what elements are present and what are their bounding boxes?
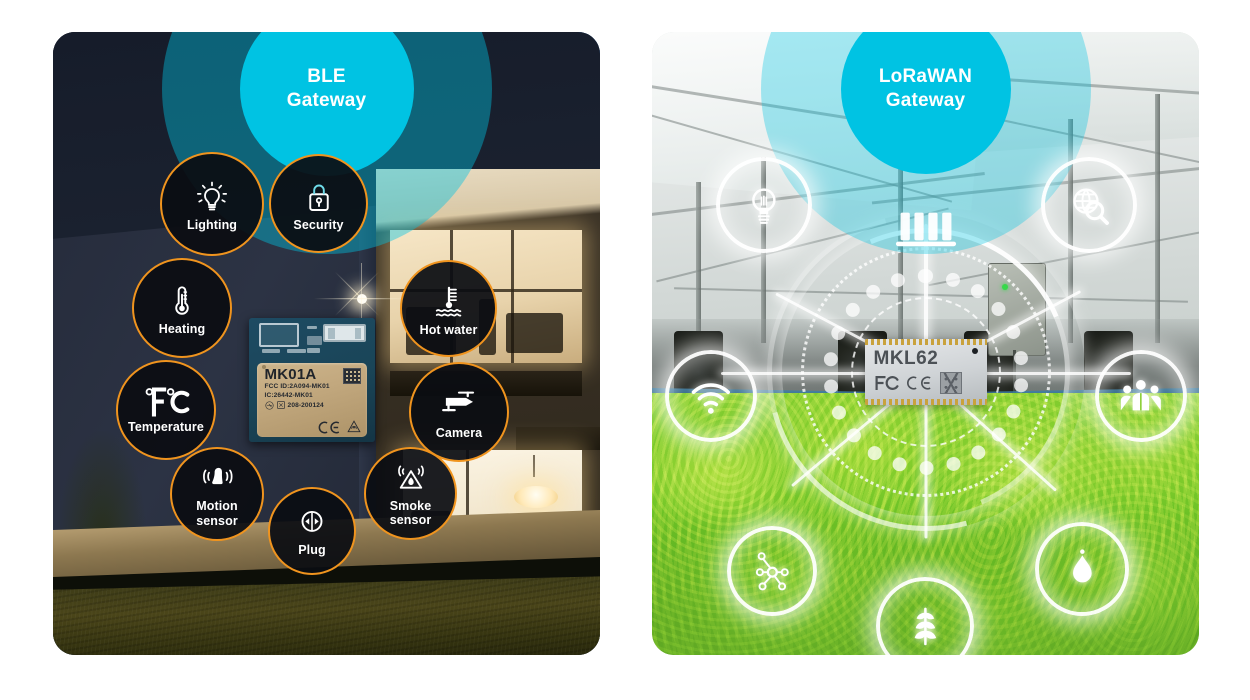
lorawan-agriculture-panel: MKL62 LoRaWAN Gateway	[652, 32, 1199, 655]
power-socket-icon	[301, 511, 323, 533]
gnode-lighting[interactable]	[716, 157, 812, 253]
comparison-figure: BLE Gateway MK01A FCC ID:2A094-MK01 IC:2…	[0, 0, 1250, 700]
node-label-line1: Motion	[196, 499, 238, 514]
plant-leaf-icon	[914, 607, 936, 645]
gnode-wireless[interactable]	[665, 350, 757, 442]
node-plug[interactable]: Plug	[268, 487, 356, 575]
compliance-marks	[318, 420, 362, 434]
water-drop-icon	[1072, 549, 1092, 583]
lens-flare	[356, 293, 367, 304]
gateway-title-line2: Gateway	[885, 90, 966, 111]
node-label-line2: sensor	[196, 513, 238, 528]
module-marks-row	[874, 371, 962, 394]
node-label-line2: sensor	[389, 513, 432, 527]
wifi-icon	[691, 383, 731, 414]
node-lighting[interactable]: Lighting	[160, 152, 264, 256]
lightbulb-icon	[752, 188, 776, 225]
smoke-alarm-icon	[397, 465, 424, 489]
lawn	[53, 575, 600, 655]
node-motion-sensor[interactable]: Motion sensor	[170, 447, 264, 541]
module-ic-id: IC:26442-MK01	[264, 392, 313, 400]
node-temperature[interactable]: Temperature	[116, 360, 216, 460]
people-group-icon	[1120, 380, 1162, 411]
module-mic-row: 208-200124	[264, 401, 362, 411]
label-pin1-dot	[261, 364, 266, 369]
cctv-camera-icon	[442, 391, 475, 412]
module-label-plate: MK01A FCC ID:2A094-MK01 IC:26442-MK01 20…	[256, 362, 368, 438]
shield-can	[259, 323, 300, 348]
fahrenheit-celsius-icon	[145, 387, 190, 417]
pendant-lamp	[513, 485, 558, 508]
gnode-irrigation[interactable]	[1035, 522, 1129, 616]
node-label: Hot water	[419, 322, 478, 337]
mic-mark-icon	[276, 401, 285, 410]
globe-search-icon	[1073, 188, 1110, 226]
node-label: Lighting	[186, 218, 238, 233]
node-smoke-sensor[interactable]: Smoke sensor	[364, 447, 457, 540]
gateway-title-line1: LoRaWAN	[878, 65, 973, 87]
antenna-pad	[323, 323, 367, 343]
module-name: MKL62	[873, 347, 939, 369]
fcc-mark-icon	[874, 375, 899, 390]
node-security[interactable]: Security	[269, 154, 368, 253]
gateway-title-line1: BLE	[307, 65, 346, 87]
module-pads-bottom	[864, 398, 987, 405]
rcm-mark-icon	[347, 420, 362, 433]
padlock-icon	[308, 184, 329, 211]
gnode-remote-monitoring[interactable]	[1041, 157, 1137, 253]
mk01a-module: MK01A FCC ID:2A094-MK01 IC:26442-MK01 20…	[249, 318, 375, 442]
datamatrix-code-icon	[343, 367, 362, 384]
ce-mark-icon	[319, 421, 340, 434]
ce-mark-icon	[906, 376, 931, 390]
node-label-line1: Smoke	[389, 498, 432, 513]
lightbulb-icon	[196, 181, 228, 211]
gnode-people[interactable]	[1095, 350, 1187, 442]
node-label: Heating	[158, 322, 206, 337]
pcb-top-area	[249, 318, 375, 360]
node-label: Plug	[298, 543, 326, 558]
ble-smart-home-panel: BLE Gateway MK01A FCC ID:2A094-MK01 IC:2…	[53, 32, 600, 655]
gateway-title-line2: Gateway	[286, 90, 367, 111]
lorawan-gateway-bubble[interactable]: LoRaWAN Gateway	[760, 32, 1091, 254]
pendant-lamp-stem	[533, 455, 536, 478]
telec-mark-icon	[264, 401, 274, 410]
node-label: Security	[293, 217, 344, 232]
node-hot-water[interactable]: Hot water	[400, 260, 497, 357]
module-pin1-dot	[971, 347, 978, 354]
balcony-slab	[516, 427, 600, 450]
node-heating[interactable]: Heating	[132, 258, 232, 358]
node-camera[interactable]: Camera	[409, 362, 509, 462]
water-heater-icon	[435, 286, 461, 317]
lorawan-gateway-icon	[895, 212, 956, 247]
module-pads-top	[864, 338, 987, 345]
node-label: Temperature	[128, 420, 204, 435]
gnode-network[interactable]	[727, 526, 817, 616]
thermometer-icon	[175, 286, 189, 315]
mkl62-module: MKL62	[864, 338, 987, 405]
network-nodes-icon	[755, 551, 789, 591]
node-label: Camera	[435, 426, 483, 441]
motion-sensor-icon	[203, 468, 233, 485]
mokosmart-logo-icon	[939, 371, 962, 394]
